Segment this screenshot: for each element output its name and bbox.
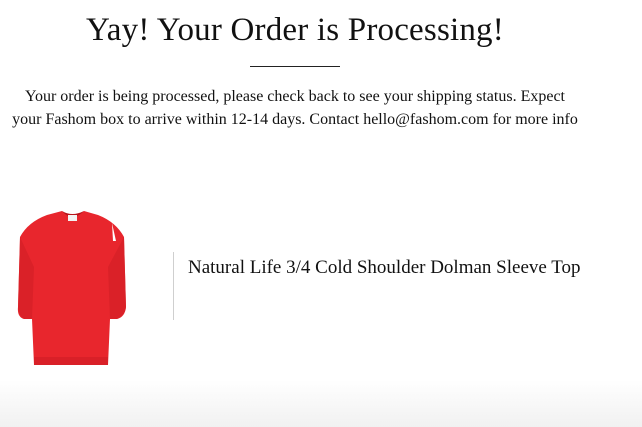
product-divider	[173, 252, 174, 320]
product-name[interactable]: Natural Life 3/4 Cold Shoulder Dolman Sl…	[188, 255, 608, 281]
title-divider	[250, 66, 340, 67]
message-line-2: your Fashom box to arrive within 12-14 d…	[12, 111, 578, 128]
message-line-1: Your order is being processed, please ch…	[24, 88, 565, 105]
order-status-message: Your order is being processed, please ch…	[0, 85, 590, 131]
page-title: Yay! Your Order is Processing!	[86, 12, 504, 48]
red-top-icon	[17, 211, 126, 365]
product-image[interactable]	[12, 207, 132, 367]
footer-fade	[0, 380, 642, 427]
product-item: Natural Life 3/4 Cold Shoulder Dolman Sl…	[0, 195, 642, 375]
